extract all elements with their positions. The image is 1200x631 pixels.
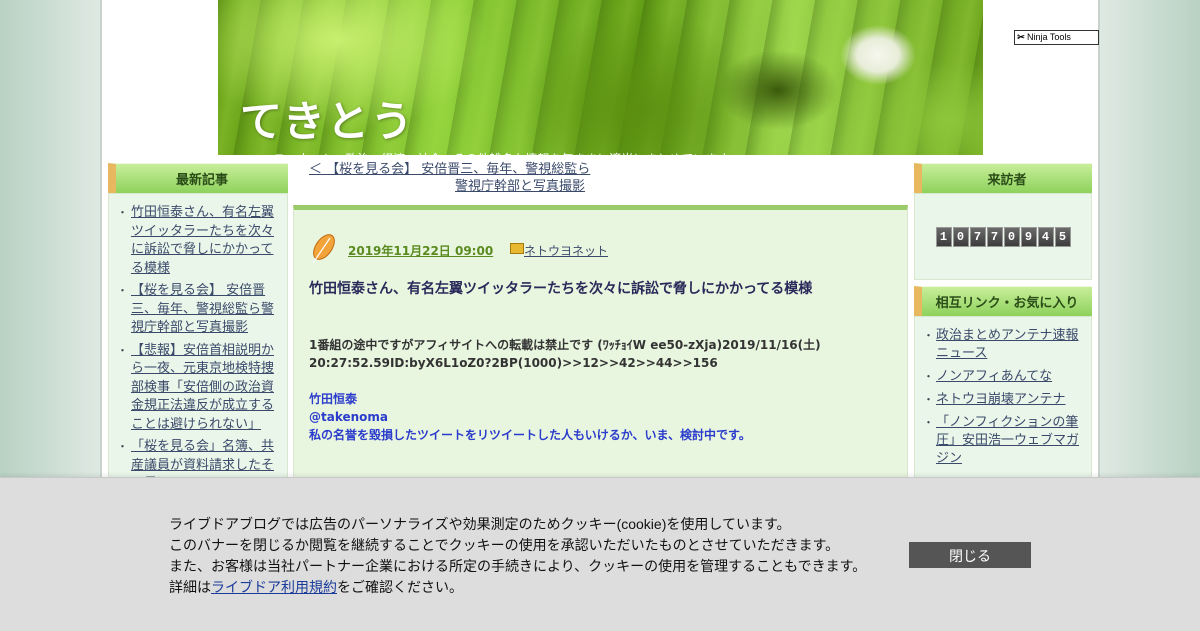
list-item: 竹田恒泰さん、有名左翼ツイッタラーたちを次々に訴訟で脅しにかかってる模様 — [117, 204, 277, 278]
link-item[interactable]: ノンアフィあんてな — [936, 369, 1052, 384]
recent-posts-box: 竹田恒泰さん、有名左翼ツイッタラーたちを次々に訴訟で脅しにかかってる模様 【桜を… — [108, 193, 288, 495]
list-item: ネトウヨ崩壊アンテナ — [923, 391, 1083, 409]
article-body: 1番組の途中ですがアフィサイトへの転載は禁止です (ﾜｯﾁｮｲW ee50-zX… — [309, 336, 899, 444]
left-sidebar: 最新記事 竹田恒泰さん、有名左翼ツイッタラーたちを次々に訴訟で脅しにかかってる模… — [108, 163, 288, 495]
counter-digit: 9 — [1020, 226, 1037, 247]
list-item: ノンアフィあんてな — [923, 368, 1083, 386]
links-list: 政治まとめアンテナ速報ニュース ノンアフィあんてな ネトウヨ崩壊アンテナ 「ノン… — [915, 317, 1091, 479]
article-date[interactable]: 2019年11月22日 09:00 — [348, 242, 493, 259]
blog-title[interactable]: てきとう — [240, 88, 415, 149]
right-sidebar: 来訪者 10770945 相互リンク・お気に入り 政治まとめアンテナ速報ニュース… — [914, 163, 1092, 480]
counter-digit: 5 — [1054, 226, 1071, 247]
recent-posts-heading: 最新記事 — [108, 163, 288, 193]
blog-description: ニュース・ネット・政治・経済・社会・その他雑多な情報を気ままに適当にまとめていま… — [238, 150, 938, 158]
main-content: ＜ 【桜を見る会】 安倍晋三、毎年、警視総監ら 警視庁幹部と写真撮影 2019年… — [293, 160, 908, 625]
links-box: 政治まとめアンテナ速報ニュース ノンアフィあんてな ネトウヨ崩壊アンテナ 「ノン… — [914, 316, 1092, 480]
counter-digit: 4 — [1037, 226, 1054, 247]
ninja-tools-badge[interactable]: ✂ Ninja Tools — [1014, 30, 1099, 45]
article-title: 竹田恒泰さん、有名左翼ツイッタラーたちを次々に訴訟で脅しにかかってる模様 — [309, 281, 813, 297]
terms-link[interactable]: ライブドア利用規約 — [211, 579, 337, 595]
list-item: 【悲報】安倍首相説明から一夜、元東京地検特捜部検事「安倍側の政治資金規正法違反が… — [117, 342, 277, 435]
article-category[interactable]: ネトウヨ — [524, 242, 572, 259]
counter-digit: 1 — [935, 226, 952, 247]
link-item[interactable]: 政治まとめアンテナ速報ニュース — [936, 328, 1078, 361]
recent-post-link[interactable]: 【桜を見る会】 安倍晋三、毎年、警視総監ら警視庁幹部と写真撮影 — [131, 283, 274, 335]
counter-digit: 0 — [1003, 226, 1020, 247]
article-category-2[interactable]: ネット — [572, 242, 608, 259]
cookie-details-suffix: をご確認ください。 — [337, 579, 463, 595]
prev-article-link[interactable]: ＜ 【桜を見る会】 安倍晋三、毎年、警視総監ら 警視庁幹部と写真撮影 — [293, 160, 639, 195]
ninja-icon: ✂ — [1017, 32, 1025, 42]
cookie-details-prefix: 詳細は — [169, 579, 211, 595]
tweet-author: 竹田恒泰 — [309, 392, 358, 406]
counter-digit: 7 — [969, 226, 986, 247]
cookie-line-1: ライブドアブログでは広告のパーソナライズや効果測定のためクッキー(cookie)… — [169, 516, 791, 532]
link-item[interactable]: 「ノンフィクションの筆圧」安田浩一ウェブマガジン — [936, 415, 1079, 466]
cookie-text: ライブドアブログでは広告のパーソナライズや効果測定のためクッキー(cookie)… — [169, 514, 889, 598]
list-item: 「ノンフィクションの筆圧」安田浩一ウェブマガジン — [923, 414, 1083, 468]
cookie-line-3: また、お客様は当社パートナー企業における所定の手続きにより、クッキーの使用を管理… — [169, 558, 867, 574]
visitors-heading: 来訪者 — [914, 163, 1092, 193]
quote-header: 1番組の途中ですがアフィサイトへの転載は禁止です (ﾜｯﾁｮｲW ee50-zX… — [309, 338, 821, 370]
list-item: 【桜を見る会】 安倍晋三、毎年、警視総監ら警視庁幹部と写真撮影 — [117, 282, 277, 338]
leaf-icon — [312, 234, 335, 264]
recent-post-link[interactable]: 竹田恒泰さん、有名左翼ツイッタラーたちを次々に訴訟で脅しにかかってる模様 — [131, 205, 274, 276]
ninja-tools-label: Ninja Tools — [1027, 32, 1071, 42]
cookie-banner: ライブドアブログでは広告のパーソナライズや効果測定のためクッキー(cookie)… — [0, 477, 1200, 631]
counter-digit: 0 — [952, 226, 969, 247]
recent-post-link[interactable]: 【悲報】安倍首相説明から一夜、元東京地検特捜部検事「安倍側の政治資金規正法違反が… — [131, 343, 274, 432]
prev-link-line1: ＜ 【桜を見る会】 安倍晋三、毎年、警視総監ら — [309, 162, 591, 177]
link-item[interactable]: ネトウヨ崩壊アンテナ — [936, 392, 1065, 407]
article-meta: 2019年11月22日 09:00 ネトウヨ ネット — [308, 232, 898, 268]
counter-digit: 7 — [986, 226, 1003, 247]
tweet-text: 私の名誉を毀損したツイートをリツイートした人もいけるか、いま、検討中です。 — [309, 428, 751, 442]
visitor-counter-box: 10770945 — [914, 193, 1092, 280]
visitor-counter: 10770945 — [935, 226, 1071, 247]
list-item: 政治まとめアンテナ速報ニュース — [923, 327, 1083, 363]
tweet-handle: @takenoma — [309, 410, 389, 424]
folder-icon — [510, 243, 524, 254]
cookie-line-4: 詳細はライブドア利用規約をご確認ください。 — [169, 577, 889, 598]
recent-posts-list: 竹田恒泰さん、有名左翼ツイッタラーたちを次々に訴訟で脅しにかかってる模様 【桜を… — [109, 194, 287, 494]
cookie-line-2: このバナーを閉じるか閲覧を継続することでクッキーの使用を承認いただいたものとさせ… — [169, 537, 840, 553]
links-heading: 相互リンク・お気に入り — [914, 286, 1092, 316]
prev-link-line2: 警視庁幹部と写真撮影 — [455, 178, 586, 194]
close-button[interactable]: 閉じる — [909, 542, 1031, 568]
